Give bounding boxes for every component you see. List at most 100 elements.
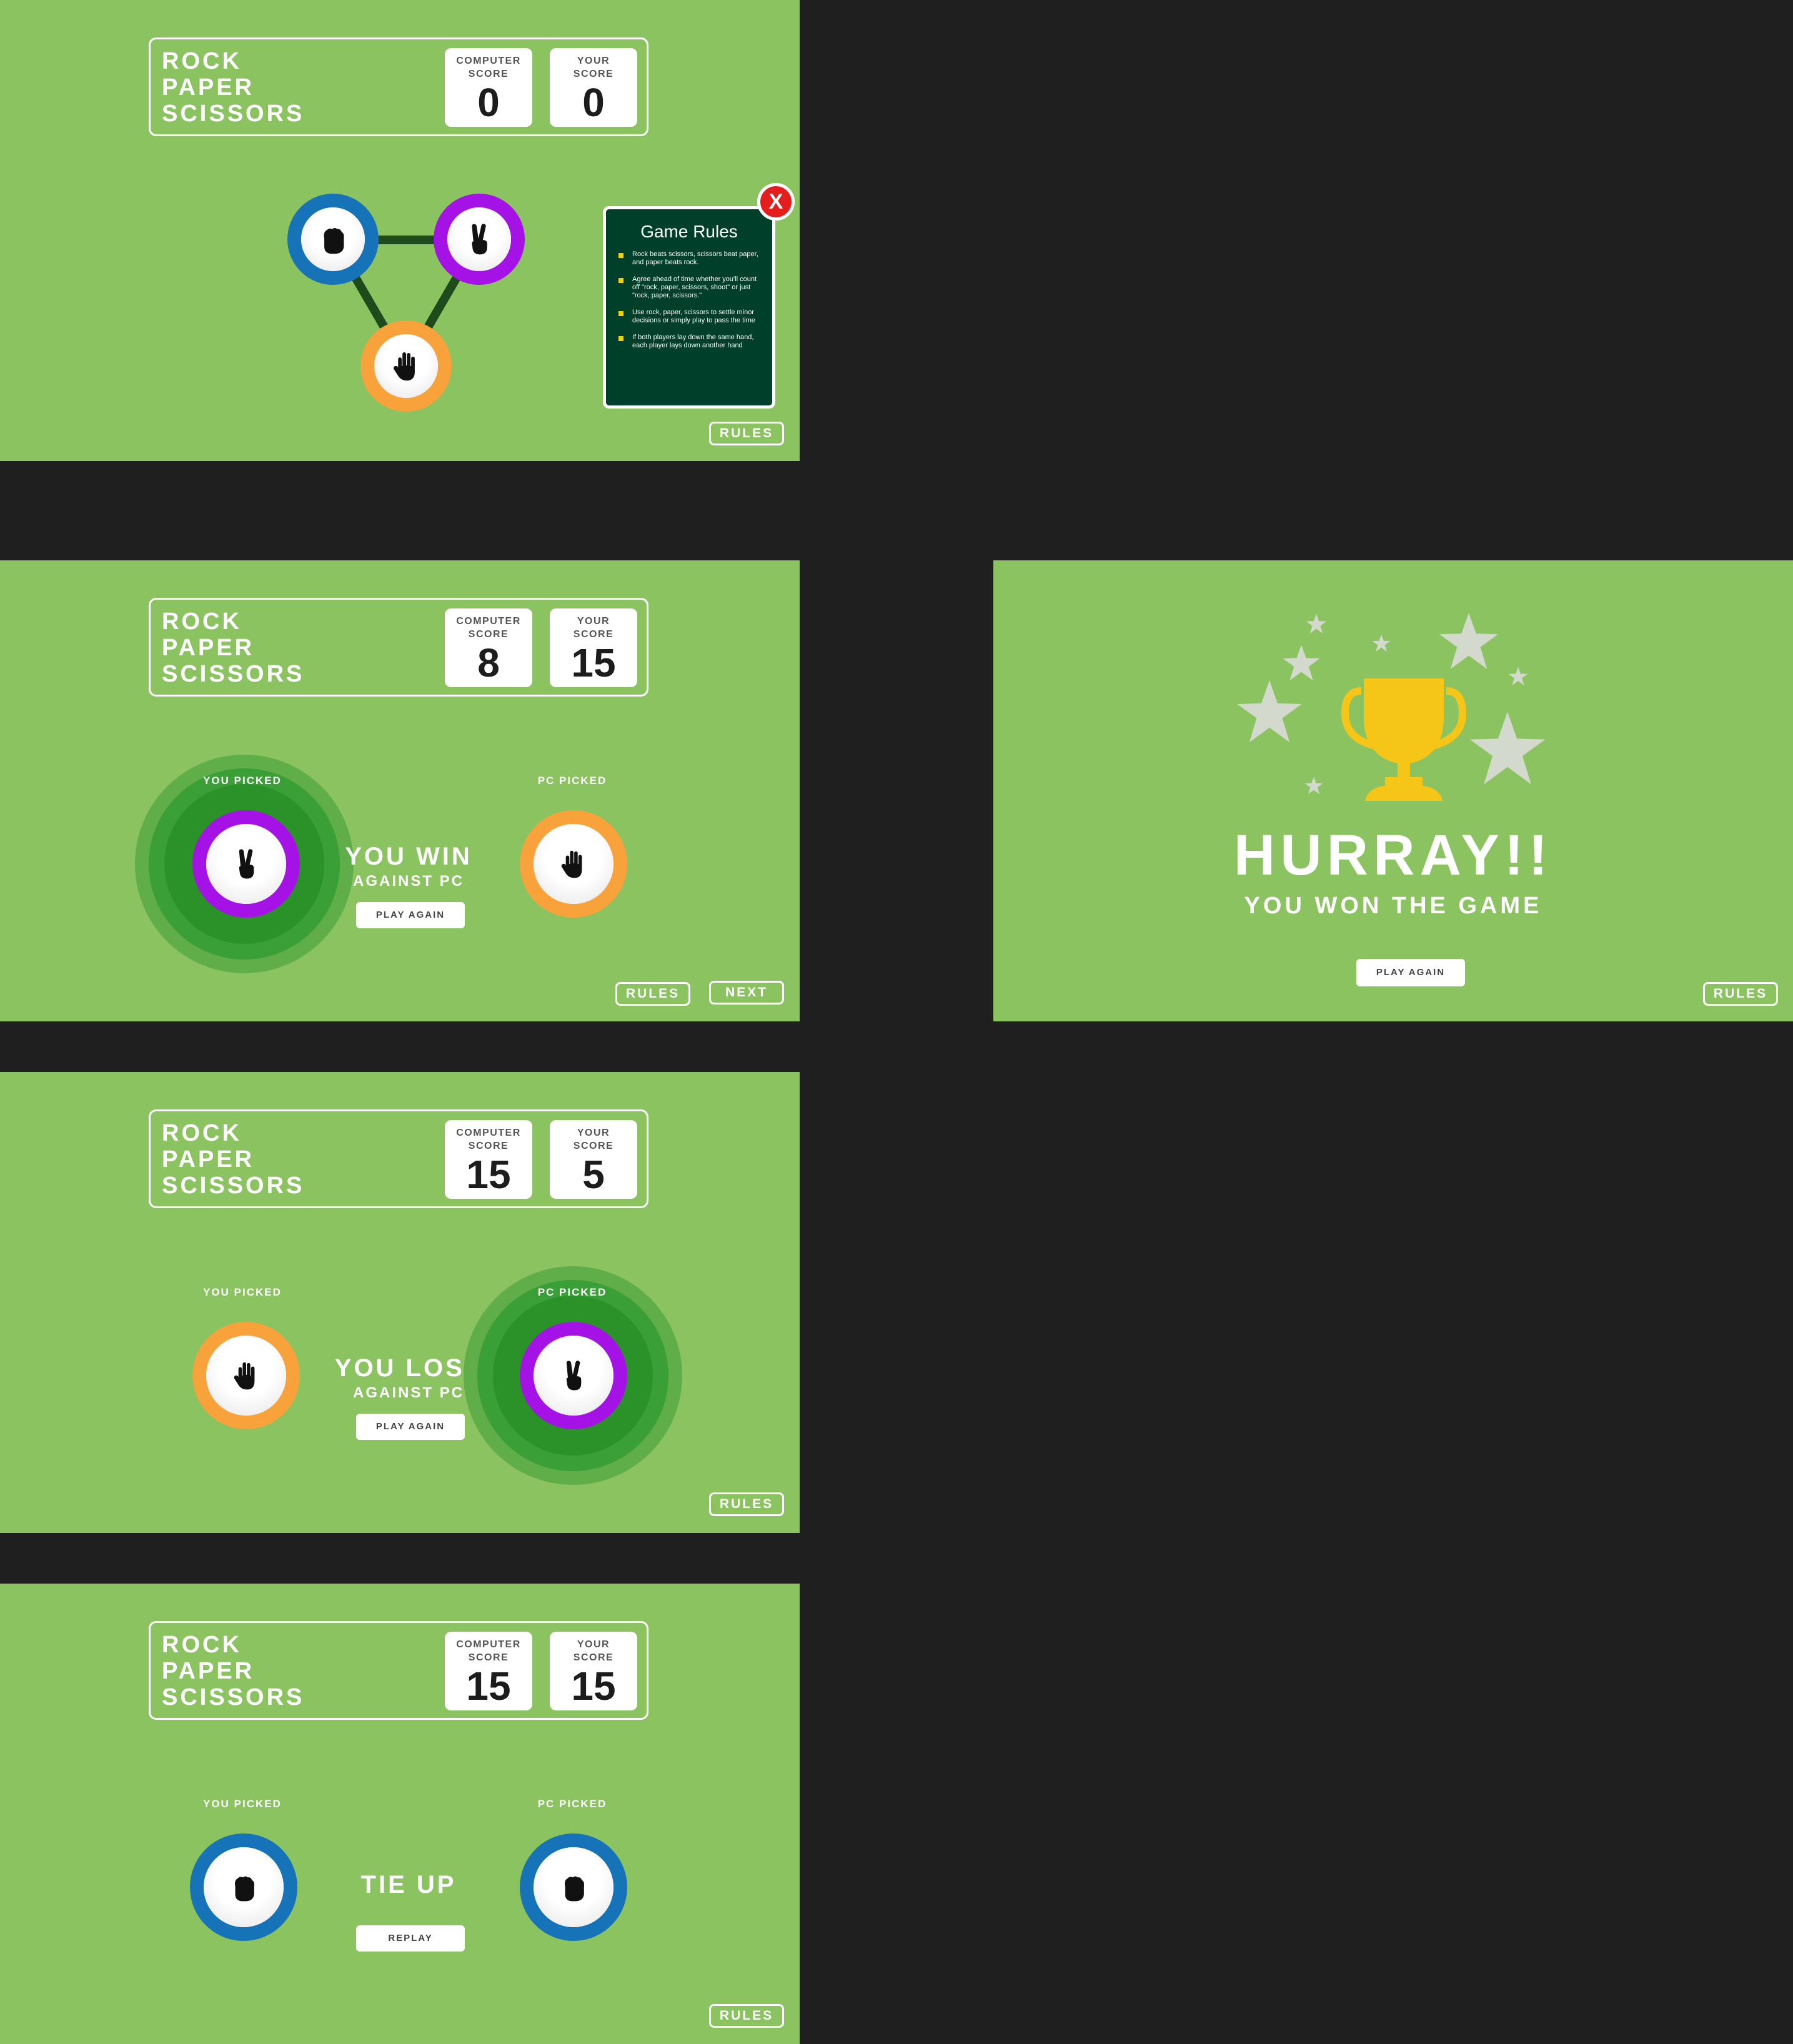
scoreboard: ROCK PAPER SCISSORS COMPUTER SCORE 8 YOUR…	[149, 598, 648, 697]
title-line: ROCK	[162, 608, 242, 635]
label-line: SCORE	[468, 1652, 509, 1663]
your-score-value: 5	[582, 1152, 605, 1197]
rules-button[interactable]: RULES	[709, 2004, 784, 2028]
pc-picked-rock	[520, 1833, 627, 1941]
title-line: PAPER	[162, 1658, 255, 1684]
you-picked-scissors	[192, 810, 300, 918]
star-icon	[1306, 613, 1327, 635]
victory-subline: YOU WON THE GAME	[1244, 893, 1542, 919]
start-screen: ROCK PAPER SCISSORS COMPUTER SCORE 0 YOUR…	[0, 0, 800, 461]
victory-hand-icon	[229, 846, 264, 881]
game-title: ROCK PAPER SCISSORS	[162, 1120, 304, 1199]
computer-score-value: 15	[466, 1152, 511, 1197]
rule-item: Agree ahead of time whether you'll count…	[618, 275, 763, 300]
victory-hand-icon	[556, 1358, 591, 1393]
win-screen: ROCK PAPER SCISSORS COMPUTER SCORE 8 YOUR…	[0, 560, 800, 1021]
you-picked-label: YOU PICKED	[203, 1286, 282, 1298]
title-line: SCISSORS	[162, 1684, 305, 1710]
scissors-choice-button[interactable]	[434, 194, 525, 285]
fist-icon	[315, 221, 351, 257]
rules-popup: Game Rules Rock beats scissors, scissors…	[603, 206, 775, 409]
result-title: TIE UP	[360, 1871, 457, 1898]
scoreboard: ROCK PAPER SCISSORS COMPUTER SCORE 15 YOU…	[149, 1621, 648, 1720]
rules-button[interactable]: RULES	[1703, 982, 1778, 1006]
computer-score-box: COMPUTER SCORE 15	[445, 1632, 532, 1710]
you-picked-label: YOU PICKED	[203, 1798, 282, 1810]
title-line: PAPER	[162, 1146, 255, 1173]
title-line: ROCK	[162, 1120, 242, 1146]
label-line: YOUR	[577, 1639, 610, 1650]
label-line: COMPUTER	[456, 616, 521, 627]
label-line: SCORE	[468, 629, 509, 640]
rock-choice-button[interactable]	[287, 194, 379, 285]
game-title: ROCK PAPER SCISSORS	[162, 1632, 304, 1710]
rules-button[interactable]: RULES	[615, 982, 690, 1006]
label-line: SCORE	[573, 629, 614, 640]
your-score-box: YOUR SCORE 15	[550, 1632, 637, 1710]
pc-picked-paper	[520, 810, 627, 918]
rule-item: Use rock, paper, scissors to settle mino…	[618, 309, 763, 325]
play-again-button[interactable]: PLAY AGAIN	[1356, 959, 1465, 986]
your-score-label: YOUR SCORE	[550, 615, 637, 641]
label-line: YOUR	[577, 616, 610, 627]
label-line: SCORE	[468, 1141, 509, 1151]
your-score-label: YOUR SCORE	[550, 1126, 637, 1153]
title-line: ROCK	[162, 1632, 242, 1658]
play-again-button[interactable]: PLAY AGAIN	[356, 1414, 465, 1440]
you-picked-rock	[190, 1833, 297, 1941]
rules-button[interactable]: RULES	[709, 1492, 784, 1516]
title-line: SCISSORS	[162, 661, 305, 687]
trophy-icon	[1341, 678, 1467, 801]
rules-button[interactable]: RULES	[709, 422, 784, 445]
computer-score-label: COMPUTER SCORE	[445, 1126, 532, 1153]
star-icon	[1236, 679, 1303, 747]
label-line: COMPUTER	[456, 1128, 521, 1138]
computer-score-value: 15	[466, 1664, 511, 1709]
rule-item: If both players lay down the same hand, …	[618, 334, 763, 350]
open-hand-icon	[229, 1358, 264, 1393]
victory-hand-icon	[461, 221, 497, 257]
tie-screen: ROCK PAPER SCISSORS COMPUTER SCORE 15 YOU…	[0, 1584, 800, 2044]
computer-score-box: COMPUTER SCORE 15	[445, 1120, 532, 1199]
scoreboard: ROCK PAPER SCISSORS COMPUTER SCORE 15 YOU…	[149, 1109, 648, 1208]
play-again-button[interactable]: PLAY AGAIN	[356, 902, 465, 928]
pc-picked-label: PC PICKED	[537, 1798, 607, 1810]
rules-list: Rock beats scissors, scissors beat paper…	[606, 251, 772, 350]
you-picked-label: YOU PICKED	[203, 775, 282, 786]
replay-button[interactable]: REPLAY	[356, 1925, 465, 1952]
your-score-box: YOUR SCORE 15	[550, 608, 637, 687]
computer-score-box: COMPUTER SCORE 8	[445, 608, 532, 687]
your-score-value: 15	[571, 1664, 616, 1709]
result-title: YOU WIN	[345, 843, 472, 870]
label-line: YOUR	[577, 1128, 610, 1138]
label-line: SCORE	[573, 1141, 614, 1151]
label-line: SCORE	[573, 1652, 614, 1663]
pc-picked-label: PC PICKED	[537, 775, 607, 786]
star-icon	[1304, 776, 1323, 795]
next-button[interactable]: NEXT	[709, 981, 784, 1005]
star-icon	[1282, 644, 1321, 683]
your-score-label: YOUR SCORE	[550, 1638, 637, 1664]
title-line: SCISSORS	[162, 1173, 305, 1199]
you-picked-paper	[192, 1322, 300, 1429]
star-icon	[1508, 667, 1528, 687]
fist-icon	[226, 1870, 261, 1905]
game-title: ROCK PAPER SCISSORS	[162, 608, 304, 687]
star-icon	[1468, 710, 1547, 789]
star-icon	[1438, 612, 1499, 673]
label-line: COMPUTER	[456, 1639, 521, 1650]
your-score-box: YOUR SCORE 5	[550, 1120, 637, 1199]
pc-picked-label: PC PICKED	[537, 1286, 607, 1298]
computer-score-label: COMPUTER SCORE	[445, 1638, 532, 1664]
close-icon[interactable]: X	[757, 183, 795, 221]
pc-picked-scissors	[520, 1322, 627, 1429]
fist-icon	[556, 1870, 591, 1905]
open-hand-icon	[388, 348, 424, 384]
star-icon	[1372, 634, 1391, 653]
victory-screen: HURRAY!! YOU WON THE GAME PLAY AGAIN RUL…	[993, 560, 1793, 1021]
open-hand-icon	[556, 846, 591, 881]
paper-choice-button[interactable]	[360, 320, 452, 412]
title-line: PAPER	[162, 635, 255, 661]
result-subtitle: AGAINST PC	[352, 873, 464, 890]
your-score-value: 15	[571, 640, 616, 685]
